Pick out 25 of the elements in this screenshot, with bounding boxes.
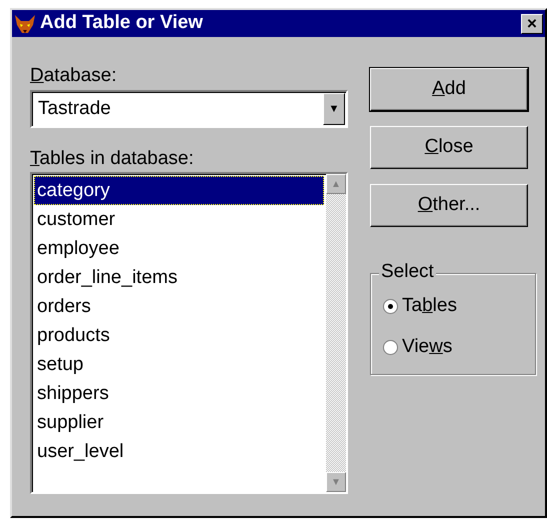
list-item[interactable]: category xyxy=(34,176,324,205)
list-item[interactable]: customer xyxy=(34,205,324,234)
window-title: Add Table or View xyxy=(40,11,204,36)
dialog-button[interactable]: Add xyxy=(370,68,528,111)
radio-button[interactable] xyxy=(383,340,398,355)
radio-label: Views xyxy=(402,335,452,360)
list-item[interactable]: orders xyxy=(34,292,324,321)
dialog-button[interactable]: Close xyxy=(370,126,528,169)
database-label: Database: xyxy=(30,65,118,87)
list-item[interactable]: products xyxy=(34,321,324,350)
list-item[interactable]: supplier xyxy=(34,408,324,437)
database-dropdown[interactable]: Tastrade ▼ xyxy=(30,90,348,128)
list-item[interactable]: order_line_items xyxy=(34,263,324,292)
dropdown-arrow-button[interactable]: ▼ xyxy=(323,93,345,125)
fox-icon xyxy=(14,12,36,34)
list-item[interactable]: employee xyxy=(34,234,324,263)
list-item[interactable]: shippers xyxy=(34,379,324,408)
radio-label: Tables xyxy=(402,294,457,318)
tables-label: Tables in database: xyxy=(30,148,195,170)
dialog-button[interactable]: Other... xyxy=(370,184,528,227)
radio-button[interactable] xyxy=(383,299,398,314)
close-button[interactable]: × xyxy=(521,14,543,34)
tables-list[interactable]: category customer employee order_line_items orders products setup shippers supplier user_level ▲ ▼ xyxy=(30,172,348,494)
list-item[interactable]: setup xyxy=(34,350,324,379)
list-item[interactable]: user_level xyxy=(34,437,324,466)
